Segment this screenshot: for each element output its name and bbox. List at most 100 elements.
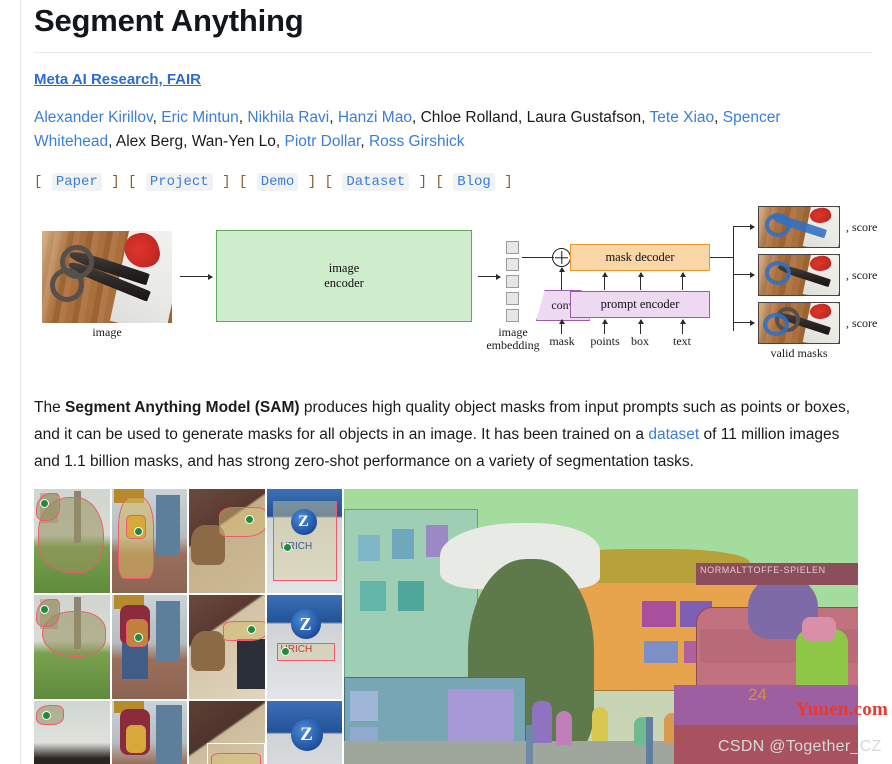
segmentation-examples-grid: Z URICH Z URICH Z: [34, 489, 342, 764]
author-text-5: Laura Gustafson: [526, 109, 642, 126]
embedding-square-5: [506, 309, 519, 322]
author-text-8: Alex Berg: [115, 133, 184, 150]
arrow-box-input: [640, 320, 642, 334]
arrow-prompt-to-decoder-2: [640, 273, 642, 290]
author-link-2[interactable]: Nikhila Ravi: [247, 109, 329, 126]
resource-link-bar: [ Paper ] [ Project ] [ Demo ] [ Dataset…: [34, 172, 874, 192]
author-sep: ,: [360, 133, 369, 150]
gallery-cell-emu-3[interactable]: [34, 701, 110, 764]
input-image-thumbnail: [42, 231, 172, 323]
author-sep: ,: [329, 109, 338, 126]
person-mask: [532, 701, 552, 743]
window-mask: [360, 581, 386, 611]
author-sep: ,: [183, 133, 192, 150]
prompt-point-1: [40, 499, 49, 508]
author-sep: ,: [152, 109, 162, 126]
author-sep: ,: [517, 109, 527, 126]
sum-operator-icon: [552, 248, 571, 267]
prompt-point-8: [280, 647, 290, 656]
watermark-yuuen: Yuuen.com: [795, 699, 888, 720]
arm-mask-2: [223, 621, 265, 641]
window-mask: [358, 535, 380, 561]
line-fanout-vertical: [733, 226, 735, 331]
para-text-1: The: [34, 399, 66, 416]
link-project[interactable]: Project: [145, 173, 213, 191]
bracket-open: [: [128, 174, 137, 190]
image-encoder-box: image encoder: [216, 230, 472, 322]
examples-gallery: Z URICH Z URICH Z NORMALTTOFFE-SPIELEN 2…: [34, 489, 860, 764]
bracket-open: [: [34, 174, 43, 190]
mask-overlay-handle: [763, 313, 789, 336]
arrow-points-input: [604, 320, 606, 334]
encoder-line-2: encoder: [324, 276, 364, 290]
gallery-cell-arm-3[interactable]: [189, 701, 265, 764]
score-label-2: , score: [846, 268, 878, 282]
watermark-csdn: CSDN @Together_CZ: [718, 738, 882, 755]
pole-mask: [526, 725, 533, 764]
author-link-6[interactable]: Tete Xiao: [650, 109, 715, 126]
street-scene-segmentation[interactable]: POP 7: [344, 489, 858, 764]
prompt-encoder-box: prompt encoder: [570, 291, 710, 318]
window-mask: [642, 601, 676, 627]
label-text: text: [673, 334, 691, 348]
gallery-cell-zurich-3[interactable]: Z: [266, 701, 342, 764]
title-divider: [34, 52, 872, 53]
valid-mask-thumbnail-3: [758, 302, 840, 344]
mask-overlay-handle: [765, 261, 791, 285]
affiliation-link[interactable]: Meta AI Research, FAIR: [34, 70, 201, 90]
prompt-point-7: [247, 625, 256, 634]
label-valid-masks: valid masks: [770, 346, 828, 360]
score-label-1: , score: [846, 220, 878, 234]
prompt-point-6: [133, 633, 143, 642]
zurich-letter: Z: [300, 724, 313, 745]
prompt-encoder-label: prompt encoder: [600, 297, 680, 311]
arrow-encoder-to-embedding: [478, 276, 500, 278]
author-text-9: Wan-Yen Lo: [191, 133, 276, 150]
marquee-text: NORMALTTOFFE-SPIELEN: [700, 565, 826, 575]
line-embedding-to-sum: [522, 257, 554, 259]
gallery-cell-person-2[interactable]: [111, 595, 187, 699]
embedding-square-3: [506, 275, 519, 288]
bracket-close: ]: [111, 174, 120, 190]
author-sep: ,: [411, 109, 421, 126]
gallery-cell-arm-1[interactable]: [189, 489, 265, 593]
zurich-letter: Z: [299, 613, 312, 634]
score-label-3: , score: [846, 316, 878, 330]
emu-neck-2: [36, 599, 60, 627]
embedding-square-2: [506, 258, 519, 271]
gallery-cell-emu-2[interactable]: [34, 595, 110, 699]
author-sep: ,: [714, 109, 723, 126]
window-mask: [644, 641, 678, 663]
bracket-open: [: [238, 174, 248, 190]
author-list: Alexander Kirillov, Eric Mintun, Nikhila…: [34, 106, 804, 154]
gallery-cell-zurich-2[interactable]: Z URICH: [266, 595, 342, 699]
link-demo[interactable]: Demo: [256, 173, 299, 191]
bracket-open: [: [324, 174, 333, 190]
scissor-ring-lower: [50, 268, 84, 302]
gallery-cell-person-1[interactable]: [111, 489, 187, 593]
link-dataset[interactable]: Dataset: [342, 173, 410, 191]
author-link-10[interactable]: Piotr Dollar: [285, 133, 361, 150]
gallery-cell-emu-1[interactable]: [34, 489, 110, 593]
link-blog[interactable]: Blog: [453, 173, 495, 191]
label-box: box: [631, 334, 649, 348]
person-mask: [592, 707, 608, 741]
gallery-cell-arm-2[interactable]: [189, 595, 265, 699]
arm-mask-3: [211, 753, 261, 764]
author-link-11[interactable]: Ross Girshick: [369, 133, 465, 150]
description-paragraph: The Segment Anything Model (SAM) produce…: [34, 394, 864, 475]
dataset-link[interactable]: dataset: [648, 426, 699, 443]
author-link-3[interactable]: Hanzi Mao: [338, 109, 412, 126]
link-paper[interactable]: Paper: [51, 173, 102, 191]
zurich-logo-icon-1: Z: [290, 509, 317, 535]
tram-track-mask: [344, 741, 674, 764]
author-link-0[interactable]: Alexander Kirillov: [34, 109, 153, 126]
image-encoder-label: image encoder: [324, 261, 364, 291]
poster-mask: [350, 691, 378, 721]
valid-mask-thumbnail-1: [758, 206, 840, 248]
author-link-1[interactable]: Eric Mintun: [161, 109, 239, 126]
gallery-cell-zurich-1[interactable]: Z URICH: [266, 489, 342, 593]
arrow-mask-to-conv: [561, 320, 563, 334]
encoder-line-1: image: [328, 261, 360, 275]
gallery-cell-person-3[interactable]: [111, 701, 187, 764]
